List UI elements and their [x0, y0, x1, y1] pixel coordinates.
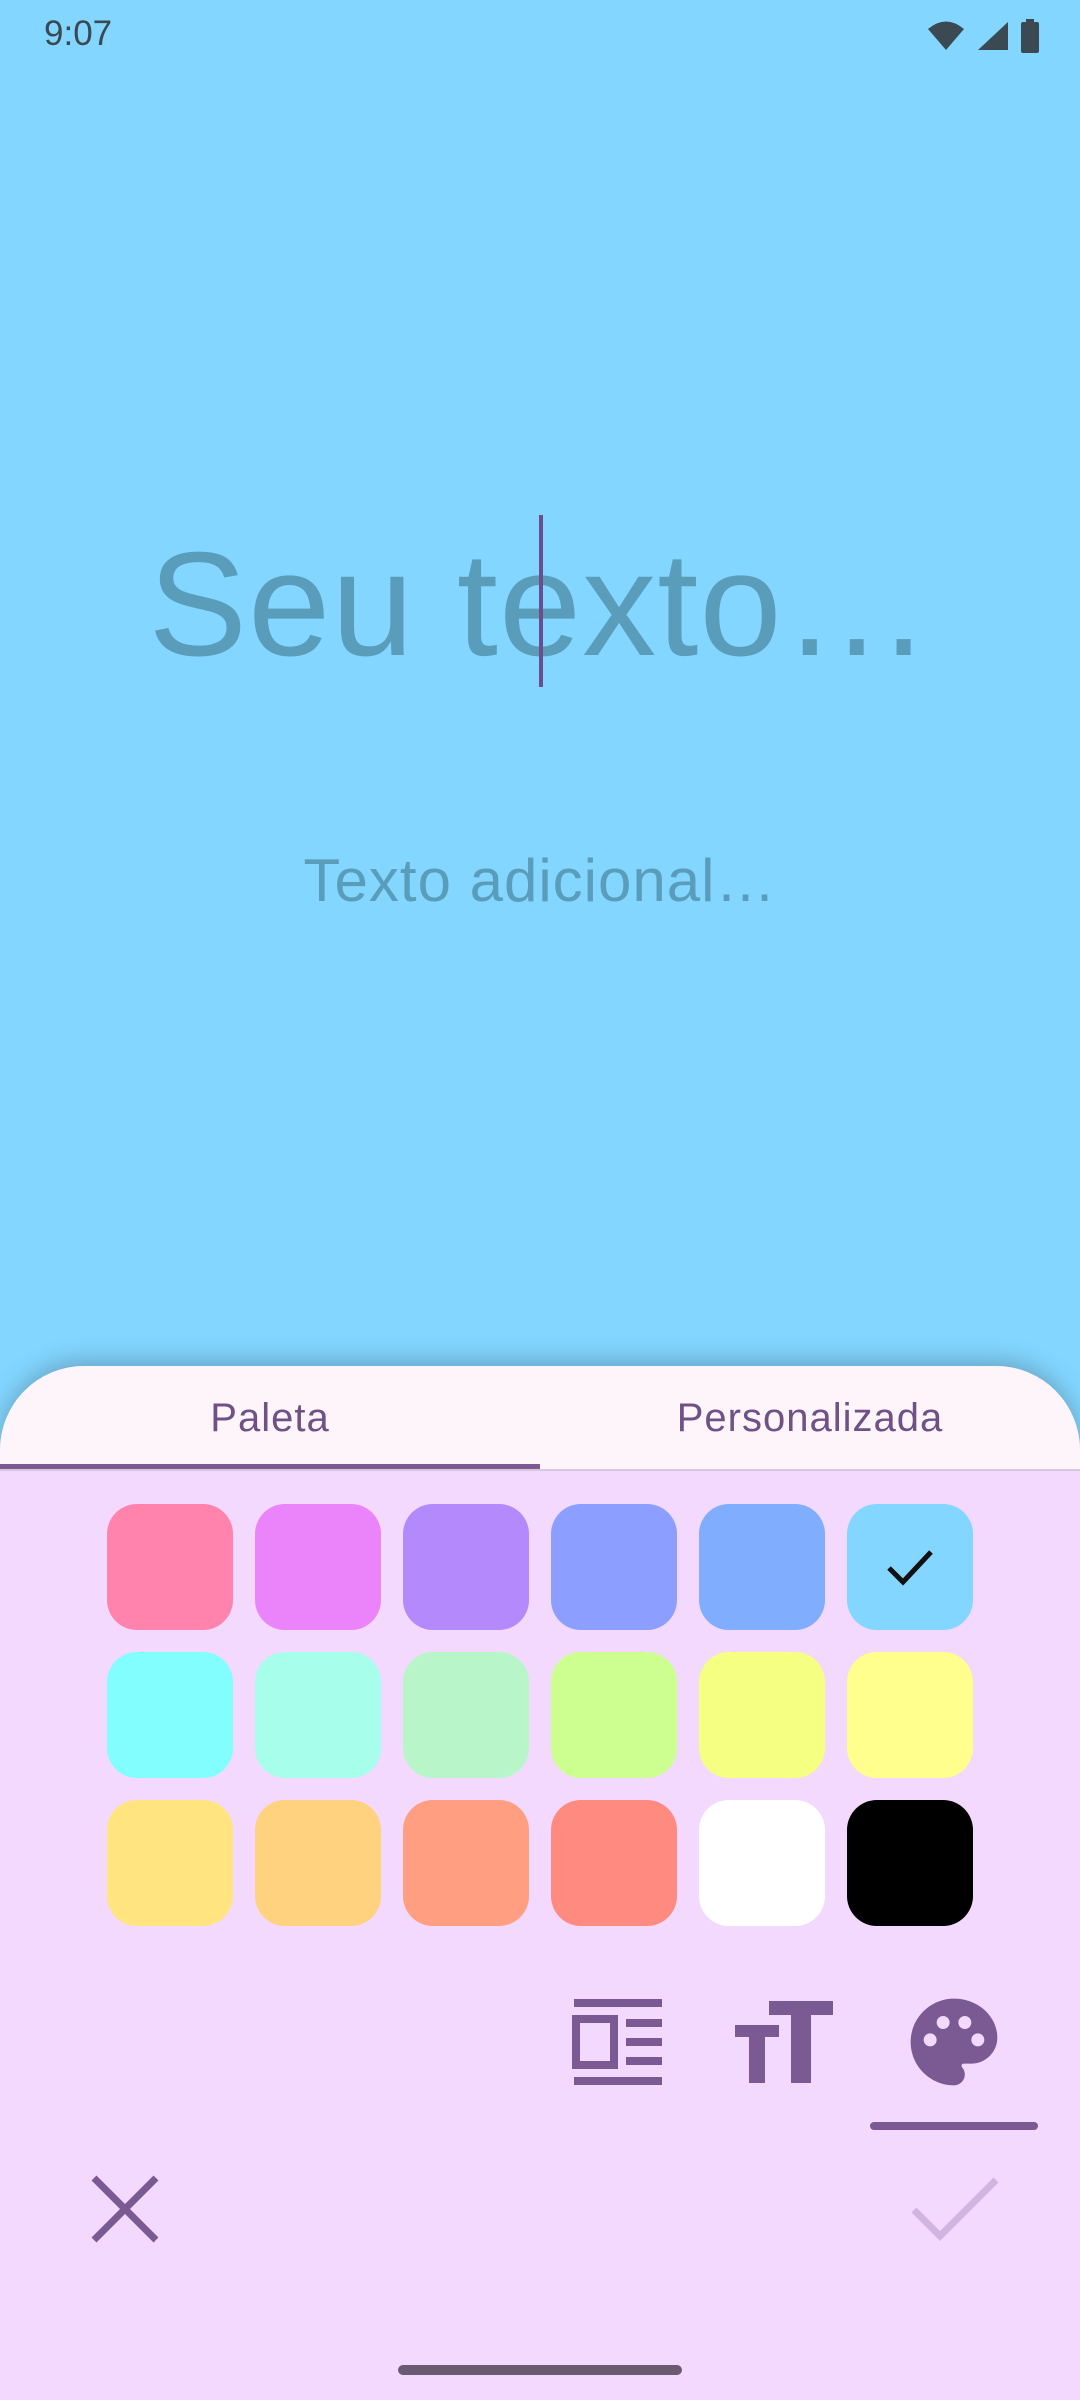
color-swatch[interactable] [255, 1652, 381, 1778]
color-swatch[interactable] [551, 1504, 677, 1630]
color-swatch[interactable] [255, 1504, 381, 1630]
color-swatch[interactable] [255, 1800, 381, 1926]
color-swatch[interactable] [699, 1800, 825, 1926]
tab-custom[interactable]: Personalizada [540, 1366, 1080, 1470]
color-swatch[interactable] [107, 1504, 233, 1630]
color-bottom-sheet: Paleta Personalizada [0, 1366, 1080, 2400]
palette-icon [910, 1998, 998, 2086]
check-icon [911, 2177, 999, 2241]
text-size-icon [735, 2001, 833, 2083]
text-cursor [539, 515, 543, 687]
text-size-button[interactable] [728, 1986, 840, 2098]
confirm-button[interactable] [905, 2159, 1005, 2259]
color-swatch[interactable] [699, 1504, 825, 1630]
color-swatch[interactable] [847, 1800, 973, 1926]
cancel-button[interactable] [75, 2159, 175, 2259]
status-time: 9:07 [44, 14, 113, 53]
additional-text-input[interactable]: Texto adicional… [0, 846, 1080, 915]
color-swatch[interactable] [551, 1800, 677, 1926]
battery-icon [1021, 19, 1039, 53]
wifi-icon [928, 21, 964, 50]
status-bar: 9:07 [0, 0, 1080, 72]
color-swatch[interactable] [403, 1800, 529, 1926]
active-tool-indicator [870, 2122, 1038, 2130]
color-swatch[interactable] [403, 1504, 529, 1630]
color-swatch[interactable] [403, 1652, 529, 1778]
navigation-handle[interactable] [398, 2365, 682, 2375]
color-swatch[interactable] [699, 1652, 825, 1778]
color-swatch[interactable] [847, 1504, 973, 1630]
close-icon [91, 2175, 159, 2243]
color-swatch[interactable] [551, 1652, 677, 1778]
tab-divider [0, 1469, 1080, 1471]
color-swatch[interactable] [107, 1800, 233, 1926]
selected-check-icon [887, 1550, 933, 1586]
tab-palette[interactable]: Paleta [0, 1366, 540, 1470]
status-icons [926, 16, 1040, 56]
color-swatch[interactable] [107, 1652, 233, 1778]
layout-button[interactable] [562, 1986, 674, 2098]
layout-icon [572, 1999, 662, 2085]
palette-button[interactable] [898, 1986, 1010, 2098]
tab-bar: Paleta Personalizada [0, 1366, 1080, 1471]
color-swatch[interactable] [847, 1652, 973, 1778]
signal-icon [978, 22, 1008, 50]
